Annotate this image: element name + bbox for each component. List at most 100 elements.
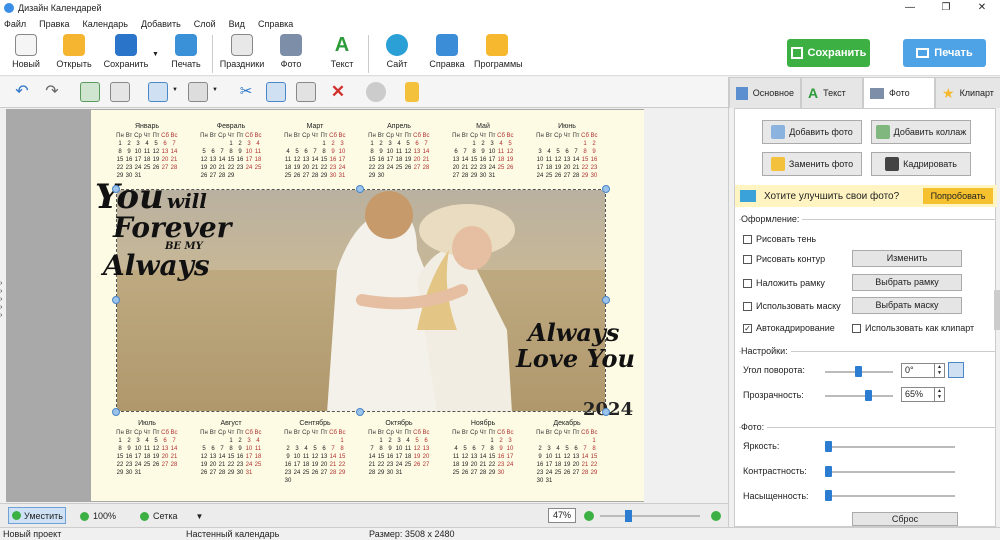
gift-icon bbox=[486, 34, 508, 56]
draw-outline-checkbox[interactable]: Рисовать контур bbox=[743, 254, 825, 264]
maximize-button[interactable]: ❐ bbox=[928, 0, 964, 16]
rotate-reset-icon[interactable] bbox=[948, 362, 964, 378]
opacity-input[interactable]: 65% ▲ ▼ bbox=[901, 387, 945, 402]
zoom-100-button[interactable]: 100% bbox=[80, 511, 116, 521]
day-cell: 22 bbox=[590, 462, 598, 468]
use-mask-checkbox[interactable]: Использовать маску bbox=[743, 301, 841, 311]
menu-help[interactable]: Справка bbox=[258, 19, 293, 29]
saturation-slider[interactable] bbox=[825, 495, 955, 497]
lock-icon[interactable] bbox=[405, 82, 419, 102]
photo-button[interactable]: Фото bbox=[274, 34, 308, 74]
opacity-slider-knob[interactable] bbox=[865, 390, 872, 401]
rotation-input[interactable]: 0° ▲ ▼ bbox=[901, 363, 945, 378]
new-button[interactable]: Новый bbox=[8, 34, 44, 74]
tab-clipart[interactable]: ★ Клипарт bbox=[935, 77, 1000, 108]
choose-frame-button[interactable]: Выбрать рамку bbox=[852, 274, 962, 291]
change-outline-button[interactable]: Изменить bbox=[852, 250, 962, 267]
menu-add[interactable]: Добавить bbox=[141, 19, 181, 29]
resize-handle[interactable] bbox=[602, 408, 610, 416]
saturation-slider-knob[interactable] bbox=[825, 490, 832, 501]
spin-arrows-icon[interactable]: ▲ ▼ bbox=[934, 364, 944, 377]
replace-photo-button[interactable]: Заменить фото bbox=[762, 152, 862, 176]
day-cell: 16 bbox=[377, 157, 385, 163]
resize-handle[interactable] bbox=[356, 408, 364, 416]
quote-left-lettering[interactable]: You will Forever BE MY Always bbox=[95, 180, 250, 280]
brightness-slider[interactable] bbox=[825, 446, 955, 448]
holidays-button[interactable]: Праздники bbox=[219, 34, 265, 74]
cut-icon[interactable]: ✂ bbox=[236, 82, 256, 102]
bring-forward-icon[interactable] bbox=[80, 82, 100, 102]
apply-frame-checkbox[interactable]: Наложить рамку bbox=[743, 278, 825, 288]
print-big-button[interactable]: Печать bbox=[903, 39, 986, 67]
open-button[interactable]: Открыть bbox=[54, 34, 94, 74]
zoom-out-icon[interactable] bbox=[584, 511, 594, 521]
paste-icon[interactable] bbox=[296, 82, 316, 102]
undo-icon[interactable]: ↶ bbox=[12, 82, 32, 102]
resize-handle[interactable] bbox=[112, 185, 120, 193]
zoom-slider-knob[interactable] bbox=[625, 510, 632, 522]
minimize-button[interactable]: — bbox=[892, 0, 928, 16]
weekday-label: Пн bbox=[452, 430, 460, 436]
save-button[interactable]: Сохранить bbox=[103, 34, 149, 74]
menu-edit[interactable]: Правка bbox=[39, 19, 69, 29]
tab-main[interactable]: Основное bbox=[729, 77, 801, 108]
text-button[interactable]: A Текст bbox=[325, 34, 359, 74]
settings-gear-icon[interactable] bbox=[366, 82, 386, 102]
resize-handle[interactable] bbox=[602, 296, 610, 304]
help-button[interactable]: Справка bbox=[428, 34, 466, 74]
zoom-value[interactable]: 47% bbox=[548, 508, 576, 523]
zoom-slider[interactable] bbox=[600, 515, 700, 517]
contrast-slider-knob[interactable] bbox=[825, 466, 832, 477]
reset-button[interactable]: Сброс bbox=[852, 512, 958, 526]
empty-day bbox=[311, 140, 320, 148]
send-backward-icon[interactable] bbox=[110, 82, 130, 102]
menu-layer[interactable]: Слой bbox=[194, 19, 216, 29]
save-dropdown-icon[interactable]: ▼ bbox=[152, 51, 159, 58]
empty-day bbox=[302, 437, 311, 445]
menu-file[interactable]: Файл bbox=[4, 19, 26, 29]
menu-view[interactable]: Вид bbox=[229, 19, 245, 29]
day-cell: 30 bbox=[497, 470, 505, 476]
fit-button[interactable]: Уместить bbox=[8, 507, 66, 524]
programs-button[interactable]: Программы bbox=[474, 34, 523, 74]
add-photo-button[interactable]: Добавить фото bbox=[762, 120, 862, 144]
delete-icon[interactable]: ✕ bbox=[328, 82, 348, 102]
site-button[interactable]: Сайт bbox=[380, 34, 414, 74]
panel-scrollbar[interactable] bbox=[994, 290, 1000, 330]
copy-icon[interactable] bbox=[266, 82, 286, 102]
zoom-in-icon[interactable] bbox=[711, 511, 721, 521]
align-icon[interactable] bbox=[148, 82, 168, 102]
redo-icon[interactable]: ↷ bbox=[42, 82, 62, 102]
try-button[interactable]: Попробовать bbox=[923, 188, 993, 204]
use-as-clipart-checkbox[interactable]: Использовать как клипарт bbox=[852, 323, 974, 333]
spin-arrows-icon[interactable]: ▲ ▼ bbox=[934, 388, 944, 401]
tab-text[interactable]: A Текст bbox=[801, 77, 863, 108]
crop-button[interactable]: Кадрировать bbox=[871, 152, 971, 176]
choose-mask-button[interactable]: Выбрать маску bbox=[852, 297, 962, 314]
grid-button[interactable]: Сетка ▼ bbox=[140, 511, 203, 521]
menu-calendar[interactable]: Календарь bbox=[83, 19, 128, 29]
quote-right-lettering[interactable]: Always Love You bbox=[516, 319, 644, 373]
grid-dropdown-icon[interactable]: ▼ bbox=[195, 512, 203, 521]
rotation-slider-knob[interactable] bbox=[855, 366, 862, 377]
resize-handle[interactable] bbox=[602, 185, 610, 193]
resize-handle[interactable] bbox=[356, 185, 364, 193]
day-cell: 8 bbox=[583, 149, 587, 155]
save-big-button[interactable]: Сохранить bbox=[787, 39, 870, 67]
tab-photo[interactable]: Фото bbox=[863, 77, 935, 108]
opacity-slider[interactable] bbox=[825, 395, 893, 397]
align-dropdown-icon[interactable]: ▼ bbox=[172, 87, 178, 93]
resize-handle[interactable] bbox=[112, 408, 120, 416]
autocrop-checkbox[interactable]: ✓ Автокадрирование bbox=[743, 323, 835, 333]
distribute-icon[interactable] bbox=[188, 82, 208, 102]
close-button[interactable]: ✕ bbox=[964, 0, 1000, 16]
day-cell: 31 bbox=[545, 478, 553, 484]
contrast-slider[interactable] bbox=[825, 471, 955, 473]
draw-shadow-checkbox[interactable]: Рисовать тень bbox=[743, 234, 816, 244]
print-button[interactable]: Печать bbox=[166, 34, 206, 74]
resize-handle[interactable] bbox=[112, 296, 120, 304]
side-collapse-arrows[interactable]: › › › › › bbox=[0, 280, 6, 320]
add-collage-button[interactable]: Добавить коллаж bbox=[871, 120, 971, 144]
brightness-slider-knob[interactable] bbox=[825, 441, 832, 452]
distribute-dropdown-icon[interactable]: ▼ bbox=[212, 87, 218, 93]
